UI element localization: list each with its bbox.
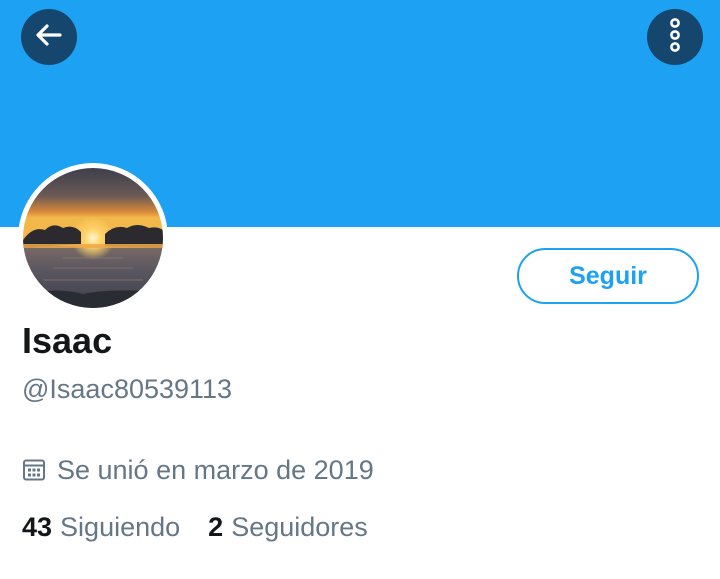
joined-date: Se unió en marzo de 2019 — [22, 454, 374, 486]
profile-screen: Seguir Isaac @Isaac80539113 Se unió en m… — [0, 0, 720, 579]
following-stat[interactable]: 43 Siguiendo — [22, 511, 180, 543]
following-count: 43 — [22, 512, 53, 542]
arrow-left-icon — [34, 20, 64, 55]
avatar-image — [23, 168, 163, 308]
followers-count: 2 — [208, 512, 224, 542]
followers-stat[interactable]: 2 Seguidores — [208, 511, 368, 543]
back-button[interactable] — [21, 9, 77, 65]
profile-display-name: Isaac — [22, 320, 113, 361]
following-label: Siguiendo — [60, 512, 181, 542]
avatar[interactable] — [18, 163, 168, 313]
joined-date-text: Se unió en marzo de 2019 — [57, 455, 374, 485]
follow-stats: 43 Siguiendo 2 Seguidores — [22, 511, 368, 543]
profile-handle: @Isaac80539113 — [22, 374, 233, 404]
followers-label: Seguidores — [231, 512, 368, 542]
calendar-icon — [22, 458, 46, 482]
more-options-button[interactable] — [647, 9, 703, 65]
more-vertical-icon — [667, 17, 683, 57]
follow-button[interactable]: Seguir — [517, 248, 699, 304]
